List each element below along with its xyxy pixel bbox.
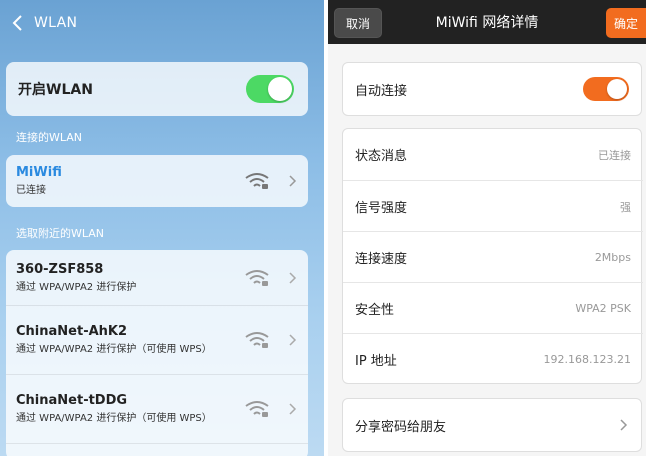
wlan-settings-panel: WLAN 开启WLAN 连接的WLAN MiWifi 已连接 选取附近的WLAN…: [0, 0, 324, 456]
info-label: 安全性: [355, 303, 395, 318]
info-label: 状态消息: [355, 149, 408, 164]
info-label: 连接速度: [355, 252, 408, 267]
nearby-section-label: 选取附近的WLAN: [16, 227, 105, 240]
auto-connect-row[interactable]: 自动连接: [342, 62, 642, 116]
divider: [6, 374, 308, 375]
chevron-right-icon: [289, 403, 297, 415]
info-row-status: 状态消息 已连接: [343, 129, 643, 180]
switch-knob: [268, 77, 292, 101]
wifi-signal-icon: [245, 173, 269, 189]
network-name: MiWifi: [16, 164, 62, 180]
auto-connect-switch[interactable]: [583, 77, 629, 101]
connected-section-label: 连接的WLAN: [16, 131, 83, 144]
network-name: ChinaNet-AhK2: [16, 323, 128, 339]
divider: [6, 443, 308, 444]
wifi-signal-icon: [245, 332, 269, 348]
info-row-security: 安全性 WPA2 PSK: [343, 283, 643, 334]
share-password-row[interactable]: 分享密码给朋友: [342, 398, 642, 452]
network-name: 360-ZSF858: [16, 261, 104, 277]
chevron-right-icon: [620, 419, 628, 431]
wlan-toggle-switch[interactable]: [246, 75, 294, 103]
confirm-button[interactable]: 确定: [606, 8, 646, 38]
back-arrow-icon[interactable]: [0, 0, 34, 46]
network-status: 已连接: [16, 184, 46, 196]
cancel-button[interactable]: 取消: [334, 8, 382, 38]
details-header: 取消 MiWifi 网络详情 确定: [328, 0, 646, 44]
divider: [6, 305, 308, 306]
info-row-ip: IP 地址 192.168.123.21: [343, 334, 643, 385]
wifi-signal-icon: [245, 270, 269, 286]
info-row-speed: 连接速度 2Mbps: [343, 232, 643, 283]
chevron-right-icon: [289, 272, 297, 284]
info-value: 2Mbps: [594, 251, 631, 264]
page-title: WLAN: [34, 15, 78, 31]
info-value: 强: [620, 200, 631, 214]
info-row-signal: 信号强度 强: [343, 181, 643, 232]
network-security: 通过 WPA/WPA2 进行保护（可使用 WPS）: [16, 412, 212, 424]
details-title: MiWifi 网络详情: [435, 15, 539, 31]
network-security: 通过 WPA/WPA2 进行保护: [16, 281, 137, 293]
wifi-signal-icon: [245, 401, 269, 417]
switch-knob: [607, 79, 627, 99]
chevron-right-icon: [289, 175, 297, 187]
network-row[interactable]: ChinaNet-AhK2 通过 WPA/WPA2 进行保护（可使用 WPS）: [6, 307, 308, 373]
network-info-card: 状态消息 已连接 信号强度 强 连接速度 2Mbps 安全性 WPA2 PSK …: [342, 128, 643, 385]
network-name: ChinaNet-tDDG: [16, 392, 128, 408]
network-security: 通过 WPA/WPA2 进行保护（可使用 WPS）: [16, 343, 212, 355]
share-password-label: 分享密码给朋友: [355, 419, 447, 435]
wlan-toggle-row[interactable]: 开启WLAN: [6, 62, 308, 116]
network-details-panel: 取消 MiWifi 网络详情 确定 自动连接 状态消息 已连接 信号强度 强 连…: [328, 0, 646, 456]
info-value: 已连接: [598, 148, 631, 162]
wlan-header: WLAN: [0, 0, 324, 46]
auto-connect-label: 自动连接: [355, 83, 408, 99]
info-value: 192.168.123.21: [543, 353, 631, 366]
info-label: 信号强度: [355, 201, 408, 216]
network-row[interactable]: ChinaNet-tDDG 通过 WPA/WPA2 进行保护（可使用 WPS）: [6, 376, 308, 442]
chevron-right-icon: [289, 334, 297, 346]
info-value: WPA2 PSK: [575, 302, 631, 315]
info-label: IP 地址: [355, 354, 397, 369]
network-row[interactable]: 360-ZSF858 通过 WPA/WPA2 进行保护: [6, 252, 308, 304]
connected-network-row[interactable]: MiWifi 已连接: [6, 155, 308, 207]
wlan-toggle-label: 开启WLAN: [18, 82, 93, 98]
